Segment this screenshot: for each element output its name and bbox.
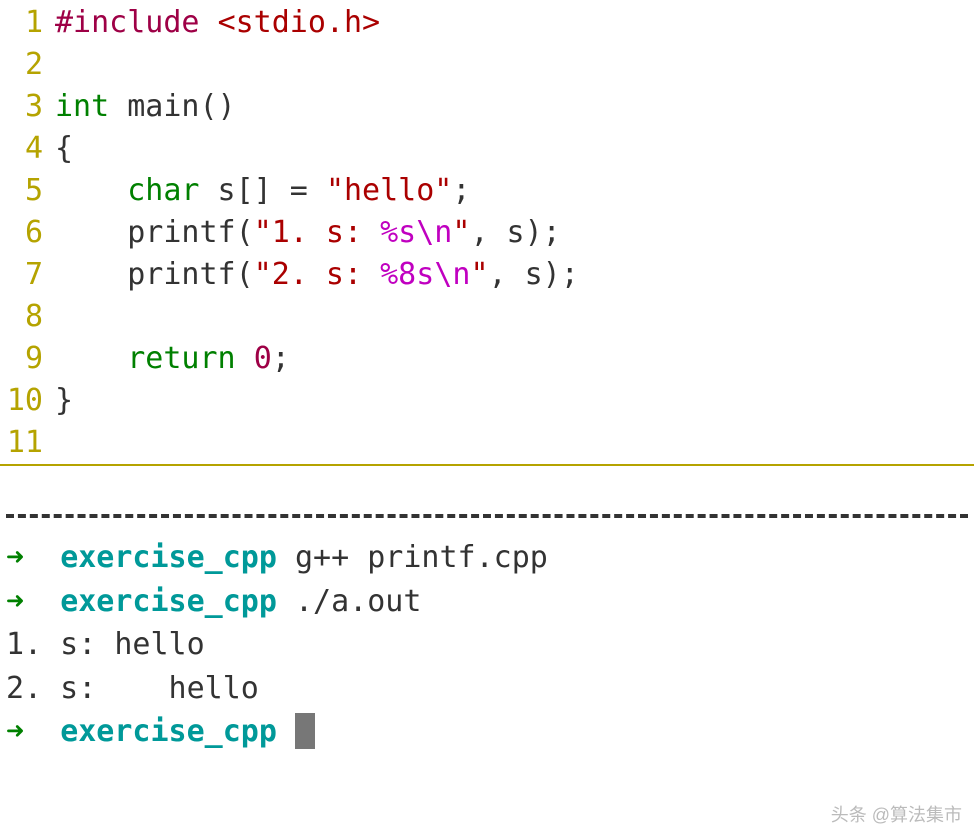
code-content: } [55, 380, 974, 422]
code-content: printf("1. s: %s\n", s); [55, 212, 974, 254]
code-line: 9 return 0; [0, 338, 974, 380]
line-number: 1 [0, 2, 55, 44]
code-token: %8s [380, 257, 434, 292]
code-token: main() [109, 89, 235, 124]
code-token: " [470, 257, 488, 292]
terminal-command: ./a.out [295, 584, 421, 619]
line-number: 6 [0, 212, 55, 254]
prompt-directory: exercise_cpp [60, 714, 277, 749]
code-token: #include [55, 5, 218, 40]
line-number: 5 [0, 170, 55, 212]
code-token: { [55, 131, 73, 166]
code-token: , s); [489, 257, 579, 292]
terminal-line: 2. s: hello [6, 667, 968, 711]
code-token: \n [416, 215, 452, 250]
terminal-output-text: 1. s: hello [6, 627, 205, 662]
code-token: int [55, 89, 109, 124]
terminal-line: ➜ exercise_cpp [6, 710, 968, 754]
code-content: int main() [55, 86, 974, 128]
code-line: 6 printf("1. s: %s\n", s); [0, 212, 974, 254]
code-token [236, 341, 254, 376]
terminal-output: ➜ exercise_cpp g++ printf.cpp➜ exercise_… [0, 518, 974, 754]
line-number: 7 [0, 254, 55, 296]
code-content: return 0; [55, 338, 974, 380]
code-content: char s[] = "hello"; [55, 170, 974, 212]
code-token: ; [272, 341, 290, 376]
terminal-line: ➜ exercise_cpp g++ printf.cpp [6, 536, 968, 580]
code-line: 8 [0, 296, 974, 338]
prompt-directory: exercise_cpp [60, 584, 277, 619]
line-number: 11 [0, 422, 55, 464]
code-line: 10} [0, 380, 974, 422]
cursor-icon [295, 713, 315, 749]
code-token: printf( [55, 257, 254, 292]
code-token: "hello" [326, 173, 452, 208]
code-token: s[] = [200, 173, 326, 208]
code-token: 0 [254, 341, 272, 376]
terminal-command: g++ printf.cpp [295, 540, 548, 575]
code-token: char [127, 173, 199, 208]
code-content: #include <stdio.h> [55, 2, 974, 44]
line-number: 4 [0, 128, 55, 170]
code-token: \n [434, 257, 470, 292]
code-token: <stdio.h> [218, 5, 381, 40]
line-number: 9 [0, 338, 55, 380]
watermark-text: 头条 @算法集市 [831, 803, 962, 828]
code-line: 1#include <stdio.h> [0, 2, 974, 44]
code-token: "1. s: [254, 215, 380, 250]
code-token: "2. s: [254, 257, 380, 292]
code-token [55, 341, 127, 376]
terminal-line: 1. s: hello [6, 623, 968, 667]
line-number: 10 [0, 380, 55, 422]
prompt-arrow-icon: ➜ [6, 540, 24, 575]
code-token [55, 173, 127, 208]
code-line: 3int main() [0, 86, 974, 128]
prompt-arrow-icon: ➜ [6, 584, 24, 619]
code-token: } [55, 383, 73, 418]
code-token: " [452, 215, 470, 250]
line-number: 8 [0, 296, 55, 338]
prompt-arrow-icon: ➜ [6, 714, 24, 749]
terminal-line: ➜ exercise_cpp ./a.out [6, 580, 968, 624]
code-line: 2 [0, 44, 974, 86]
line-number: 2 [0, 44, 55, 86]
code-token: , s); [470, 215, 560, 250]
code-line: 5 char s[] = "hello"; [0, 170, 974, 212]
prompt-directory: exercise_cpp [60, 540, 277, 575]
code-line: 4{ [0, 128, 974, 170]
code-token: %s [380, 215, 416, 250]
terminal-output-text: 2. s: hello [6, 671, 259, 706]
code-token: printf( [55, 215, 254, 250]
code-content: { [55, 128, 974, 170]
code-content: printf("2. s: %8s\n", s); [55, 254, 974, 296]
code-editor: 1#include <stdio.h>23int main()4{5 char … [0, 0, 974, 466]
line-number: 3 [0, 86, 55, 128]
code-token: ; [452, 173, 470, 208]
code-line: 11 [0, 422, 974, 464]
code-token: return [127, 341, 235, 376]
code-line: 7 printf("2. s: %8s\n", s); [0, 254, 974, 296]
